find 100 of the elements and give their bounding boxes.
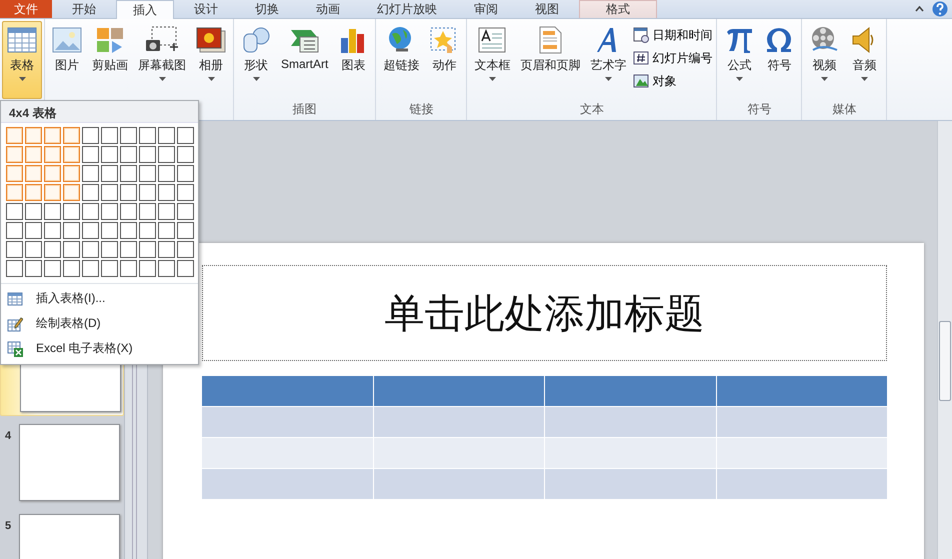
grid-cell[interactable] [177, 260, 194, 277]
grid-cell[interactable] [25, 146, 42, 163]
grid-cell[interactable] [82, 241, 99, 258]
grid-cell[interactable] [63, 165, 80, 182]
grid-cell[interactable] [6, 146, 23, 163]
ribbon-button[interactable]: SmartArt [276, 21, 334, 99]
grid-cell[interactable] [82, 203, 99, 220]
grid-cell[interactable] [82, 184, 99, 201]
grid-cell[interactable] [25, 203, 42, 220]
grid-cell[interactable] [6, 127, 23, 144]
ribbon-tab[interactable]: 格式 [579, 0, 657, 18]
grid-cell[interactable] [139, 184, 156, 201]
ribbon-tab[interactable]: 开始 [55, 0, 113, 18]
grid-cell[interactable] [177, 184, 194, 201]
ribbon-button[interactable]: 图表 [333, 21, 374, 99]
ribbon-button[interactable]: 音频 [844, 21, 884, 99]
table-cell[interactable] [716, 407, 887, 437]
ribbon-button[interactable]: 日期和时间 [631, 25, 714, 45]
grid-cell[interactable] [120, 203, 137, 220]
grid-cell[interactable] [120, 165, 137, 182]
grid-cell[interactable] [101, 203, 118, 220]
grid-cell[interactable] [6, 241, 23, 258]
grid-cell[interactable] [158, 260, 175, 277]
table-cell[interactable] [545, 438, 716, 468]
grid-cell[interactable] [82, 146, 99, 163]
ribbon-button[interactable]: 超链接 [378, 21, 424, 99]
ribbon-button[interactable]: 文本框 [469, 21, 516, 99]
grid-cell[interactable] [63, 184, 80, 201]
grid-cell[interactable] [177, 165, 194, 182]
table-cell[interactable] [716, 376, 887, 406]
table-cell[interactable] [374, 407, 544, 437]
grid-cell[interactable] [44, 146, 61, 163]
grid-cell[interactable] [177, 222, 194, 239]
grid-cell[interactable] [44, 222, 61, 239]
grid-cell[interactable] [120, 241, 137, 258]
grid-cell[interactable] [158, 127, 175, 144]
grid-cell[interactable] [63, 146, 80, 163]
table-cell[interactable] [545, 376, 716, 406]
grid-cell[interactable] [158, 165, 175, 182]
grid-cell[interactable] [101, 165, 118, 182]
slide-thumbnail[interactable] [19, 424, 120, 501]
grid-cell[interactable] [158, 222, 175, 239]
table-cell[interactable] [716, 469, 887, 499]
ribbon-button[interactable]: 相册 [191, 21, 231, 99]
grid-cell[interactable] [120, 184, 137, 201]
ribbon-button[interactable]: 剪贴画 [87, 21, 133, 99]
grid-cell[interactable] [6, 203, 23, 220]
grid-cell[interactable] [44, 203, 61, 220]
table-cell[interactable] [202, 438, 372, 468]
grid-cell[interactable] [82, 165, 99, 182]
table-cell[interactable] [374, 438, 544, 468]
grid-cell[interactable] [101, 260, 118, 277]
ribbon-button[interactable]: 艺术字 [585, 21, 632, 99]
grid-cell[interactable] [6, 222, 23, 239]
grid-cell[interactable] [101, 222, 118, 239]
grid-cell[interactable] [177, 127, 194, 144]
collapse-ribbon-icon[interactable] [915, 6, 924, 12]
grid-cell[interactable] [44, 184, 61, 201]
ribbon-button[interactable]: 对象 [631, 71, 714, 91]
grid-cell[interactable] [101, 127, 118, 144]
ribbon-tab[interactable]: 设计 [177, 0, 235, 18]
ribbon-button[interactable]: 符号 [759, 21, 800, 99]
grid-cell[interactable] [63, 222, 80, 239]
grid-cell[interactable] [6, 165, 23, 182]
grid-cell[interactable] [25, 165, 42, 182]
grid-cell[interactable] [158, 241, 175, 258]
grid-cell[interactable] [139, 260, 156, 277]
grid-cell[interactable] [44, 260, 61, 277]
grid-cell[interactable] [82, 127, 99, 144]
grid-cell[interactable] [25, 260, 42, 277]
ribbon-tab[interactable]: 审阅 [457, 0, 515, 18]
ribbon-tab[interactable]: 切换 [238, 0, 296, 18]
grid-cell[interactable] [158, 203, 175, 220]
table-cell[interactable] [202, 376, 372, 406]
ribbon-button[interactable]: 表格 [2, 21, 42, 99]
grid-cell[interactable] [44, 127, 61, 144]
grid-cell[interactable] [120, 222, 137, 239]
ribbon-tab[interactable]: 幻灯片放映 [360, 0, 454, 18]
ribbon-button[interactable]: 幻灯片编号 [631, 48, 714, 68]
grid-cell[interactable] [25, 222, 42, 239]
grid-cell[interactable] [177, 241, 194, 258]
grid-cell[interactable] [158, 184, 175, 201]
grid-cell[interactable] [139, 165, 156, 182]
scrollbar-thumb[interactable] [939, 321, 951, 401]
ribbon-button[interactable]: 视频 [804, 21, 844, 99]
grid-cell[interactable] [120, 127, 137, 144]
grid-cell[interactable] [25, 241, 42, 258]
grid-cell[interactable] [158, 146, 175, 163]
ribbon-button[interactable]: 公式 [719, 21, 760, 99]
grid-cell[interactable] [120, 146, 137, 163]
table-cell[interactable] [202, 407, 372, 437]
ribbon-button[interactable]: 动作 [424, 21, 464, 99]
grid-cell[interactable] [101, 146, 118, 163]
grid-cell[interactable] [139, 241, 156, 258]
grid-cell[interactable] [139, 203, 156, 220]
grid-cell[interactable] [177, 203, 194, 220]
table-cell[interactable] [202, 469, 372, 499]
table-cell[interactable] [374, 376, 544, 406]
ribbon-button[interactable]: 图片 [47, 21, 87, 99]
grid-cell[interactable] [177, 146, 194, 163]
